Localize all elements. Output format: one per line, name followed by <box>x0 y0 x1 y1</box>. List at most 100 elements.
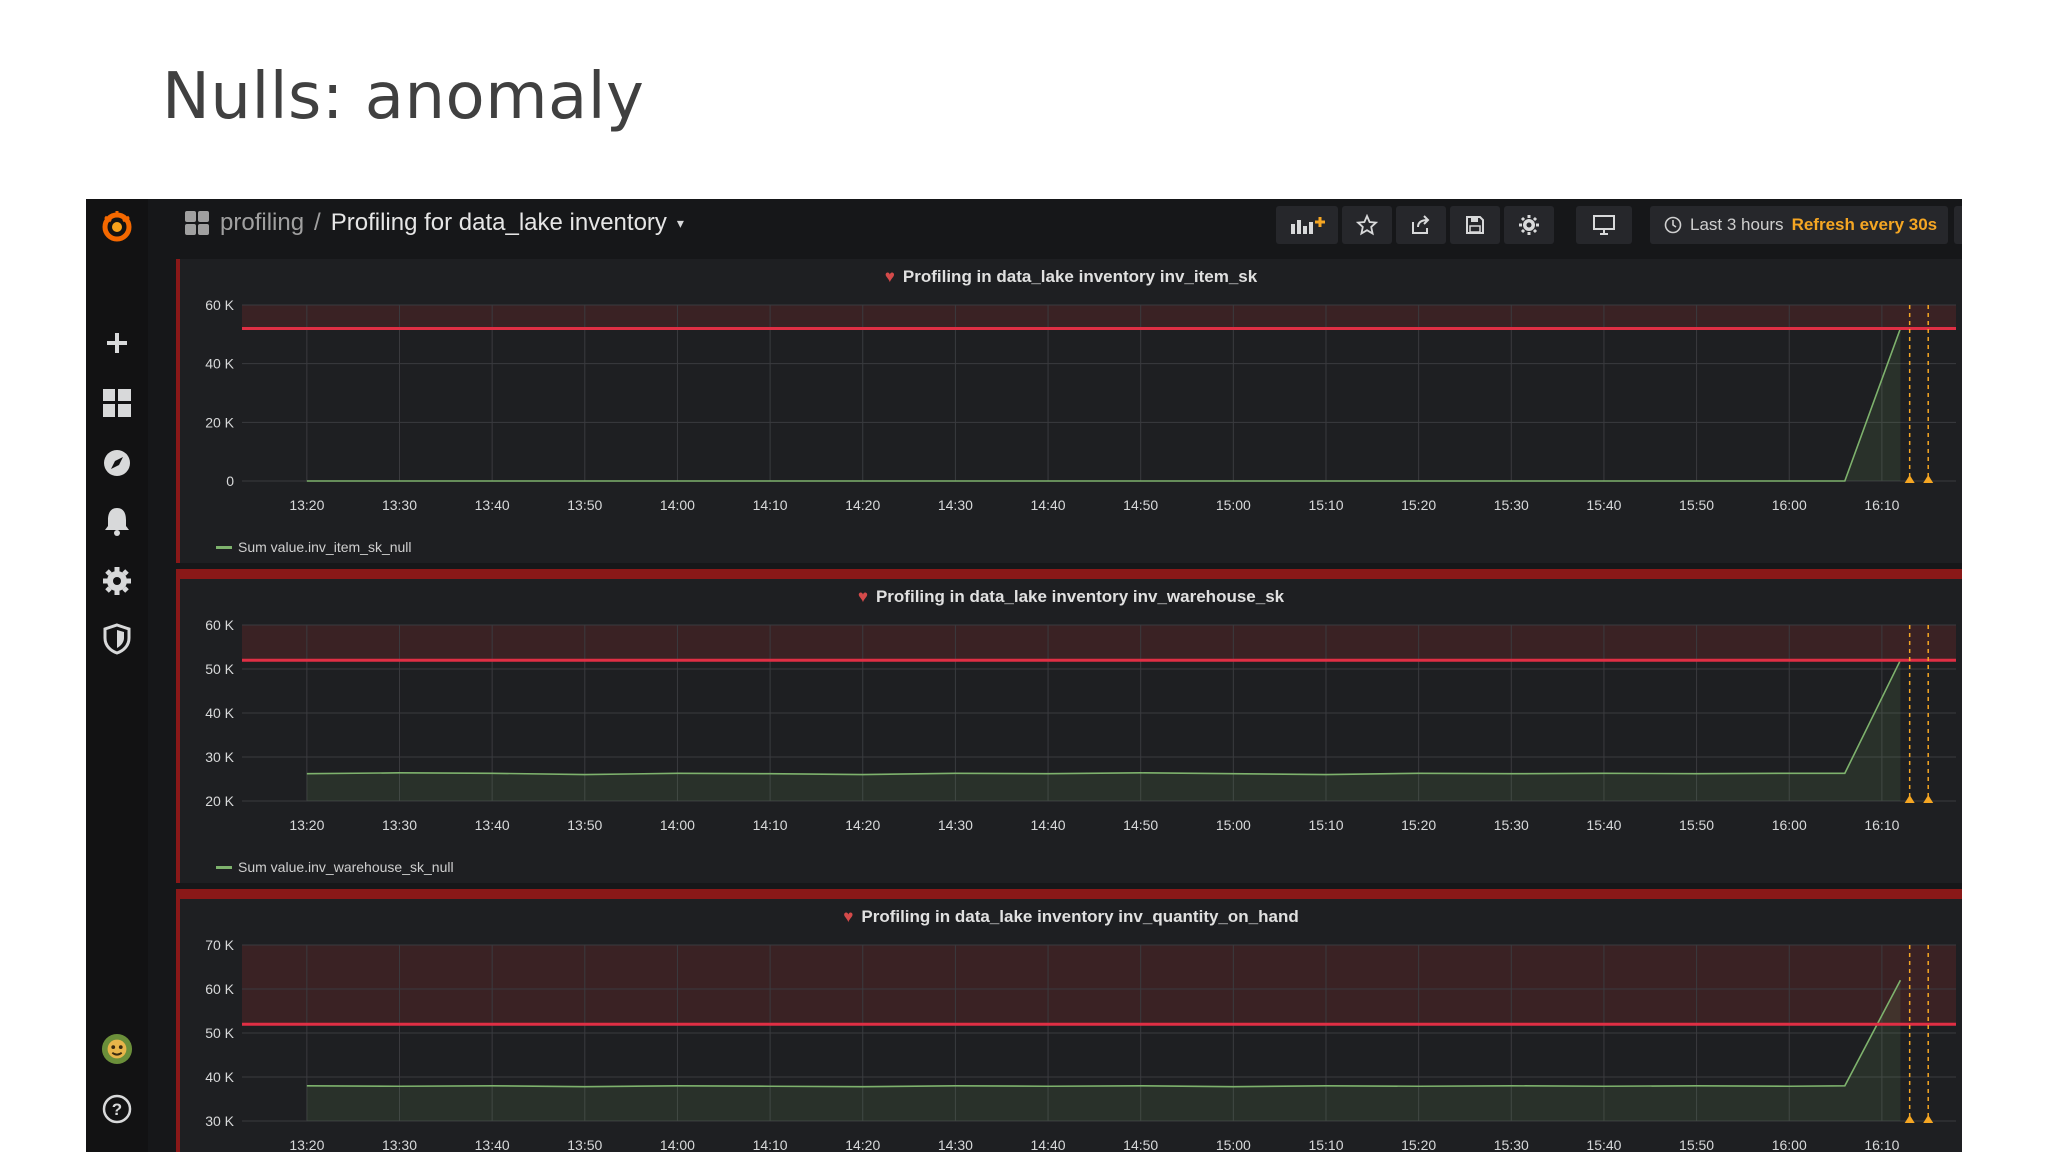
alert-region <box>242 625 1956 661</box>
y-tick-label: 70 K <box>205 937 234 953</box>
save-icon <box>1466 216 1484 234</box>
graph-chart[interactable]: 30 K 40 K 50 K 60 K 70 K 13:20 13:30 13:40 13:50… <box>180 933 1962 1152</box>
time-picker[interactable]: Last 3 hours Refresh every 30s <box>1650 206 1948 244</box>
x-tick-label: 14:10 <box>753 1137 788 1152</box>
breadcrumb-folder[interactable]: profiling <box>220 209 304 237</box>
graph-panel[interactable]: ♥ Profiling in data_lake inventory inv_it… <box>176 259 1962 563</box>
x-tick-label: 14:50 <box>1123 497 1158 513</box>
x-tick-label: 14:20 <box>845 497 880 513</box>
y-tick-label: 50 K <box>205 661 234 677</box>
x-tick-label: 14:50 <box>1123 817 1158 833</box>
x-tick-label: 14:50 <box>1123 1137 1158 1152</box>
x-tick-label: 14:00 <box>660 817 695 833</box>
x-tick-label: 14:00 <box>660 1137 695 1152</box>
x-tick-label: 15:10 <box>1308 497 1343 513</box>
x-tick-label: 13:40 <box>475 497 510 513</box>
add-panel-button[interactable] <box>1276 206 1338 244</box>
tv-mode-button[interactable] <box>1576 206 1632 244</box>
settings-button[interactable] <box>1504 206 1554 244</box>
x-tick-label: 16:10 <box>1864 1137 1899 1152</box>
x-tick-label: 15:30 <box>1494 497 1529 513</box>
avatar[interactable] <box>101 1033 133 1065</box>
share-icon <box>1412 215 1430 234</box>
y-tick-label: 60 K <box>205 297 234 313</box>
grafana-logo-icon[interactable] <box>97 207 137 247</box>
x-tick-label: 15:50 <box>1679 497 1714 513</box>
annotation-marker <box>1923 795 1934 803</box>
x-tick-label: 14:00 <box>660 497 695 513</box>
annotation-marker <box>1904 795 1915 803</box>
y-tick-label: 40 K <box>205 356 234 372</box>
x-tick-label: 15:30 <box>1494 1137 1529 1152</box>
alert-region <box>242 305 1956 329</box>
x-tick-label: 13:20 <box>289 817 324 833</box>
dashboards-icon[interactable] <box>101 387 133 419</box>
x-tick-label: 16:10 <box>1864 817 1899 833</box>
x-tick-label: 13:50 <box>567 497 602 513</box>
x-tick-label: 14:20 <box>845 817 880 833</box>
x-tick-label: 14:40 <box>1031 1137 1066 1152</box>
zoom-out-button[interactable] <box>1954 206 1962 244</box>
panel-title-text: Profiling in data_lake inventory inv_war… <box>875 587 1285 606</box>
x-tick-label: 13:30 <box>382 497 417 513</box>
x-tick-label: 14:40 <box>1031 817 1066 833</box>
shield-icon[interactable] <box>101 623 133 655</box>
x-tick-label: 15:20 <box>1401 497 1436 513</box>
grafana-screenshot: ? profiling / Profiling for data_lake in… <box>86 199 1962 1152</box>
x-tick-label: 14:40 <box>1031 497 1066 513</box>
annotation-marker <box>1923 475 1934 483</box>
x-tick-label: 14:10 <box>753 497 788 513</box>
alert-heart-icon: ♥ <box>884 267 895 286</box>
panel-title[interactable]: ♥ Profiling in data_lake inventory inv_wa… <box>180 587 1962 607</box>
legend-swatch <box>216 865 232 869</box>
explore-icon[interactable] <box>101 447 133 479</box>
x-tick-label: 15:10 <box>1308 1137 1343 1152</box>
panel-title[interactable]: ♥ Profiling in data_lake inventory inv_it… <box>180 267 1962 287</box>
x-tick-label: 16:00 <box>1772 1137 1807 1152</box>
x-tick-label: 13:20 <box>289 1137 324 1152</box>
alert-heart-icon: ♥ <box>843 907 854 926</box>
time-range-label: Last 3 hours <box>1690 215 1784 234</box>
plus-icon[interactable] <box>101 327 133 359</box>
graph-chart[interactable]: 20 K 30 K 40 K 50 K 60 K 13:20 13:30 13:40 13:50… <box>180 613 1962 863</box>
panel-title[interactable]: ♥ Profiling in data_lake inventory inv_qu… <box>180 907 1962 927</box>
series-area <box>306 660 1901 801</box>
y-tick-label: 0 <box>226 473 234 489</box>
graph-panel[interactable]: ♥ Profiling in data_lake inventory inv_wa… <box>176 579 1962 883</box>
annotation-marker <box>1923 1115 1934 1123</box>
graph-panel[interactable]: ♥ Profiling in data_lake inventory inv_qu… <box>176 899 1962 1152</box>
x-tick-label: 15:00 <box>1216 1137 1251 1152</box>
star-button[interactable] <box>1342 206 1392 244</box>
x-tick-label: 13:50 <box>567 817 602 833</box>
panel-title-text: Profiling in data_lake inventory inv_ite… <box>902 267 1258 286</box>
dashboard-title[interactable]: Profiling for data_lake inventory <box>331 209 667 237</box>
chevron-down-icon[interactable]: ▾ <box>677 215 684 232</box>
x-tick-label: 15:20 <box>1401 1137 1436 1152</box>
x-tick-label: 15:50 <box>1679 1137 1714 1152</box>
help-icon[interactable]: ? <box>101 1093 133 1125</box>
legend-label: Sum value.inv_item_sk_null <box>238 539 412 555</box>
graph-chart[interactable]: 0 20 K 40 K 60 K 13:20 13:30 13:40 13:50 14:00 14… <box>180 293 1962 543</box>
x-tick-label: 15:40 <box>1586 1137 1621 1152</box>
legend-item[interactable]: Sum value.inv_warehouse_sk_null <box>216 859 454 875</box>
dashboard-grid-icon <box>185 211 209 235</box>
y-tick-label: 60 K <box>205 981 234 997</box>
legend-item[interactable]: Sum value.inv_item_sk_null <box>216 539 412 555</box>
save-button[interactable] <box>1450 206 1500 244</box>
panel-stack: ♥ Profiling in data_lake inventory inv_it… <box>176 255 1962 1152</box>
alerting-icon[interactable] <box>101 505 133 537</box>
clock-icon <box>1664 216 1682 234</box>
slide-title: Nulls: anomaly <box>162 60 645 134</box>
x-tick-label: 14:20 <box>845 1137 880 1152</box>
breadcrumb[interactable]: profiling / Profiling for data_lake inve… <box>184 209 684 237</box>
legend-label: Sum value.inv_warehouse_sk_null <box>238 859 454 875</box>
x-tick-label: 14:30 <box>938 817 973 833</box>
share-button[interactable] <box>1396 206 1446 244</box>
series-line <box>306 328 1902 482</box>
y-tick-label: 40 K <box>205 705 234 721</box>
add-panel-icon <box>1291 217 1325 234</box>
legend-swatch <box>216 545 232 549</box>
configuration-icon[interactable] <box>101 565 133 597</box>
annotation-marker <box>1904 1115 1915 1123</box>
panel-divider <box>176 569 1962 579</box>
